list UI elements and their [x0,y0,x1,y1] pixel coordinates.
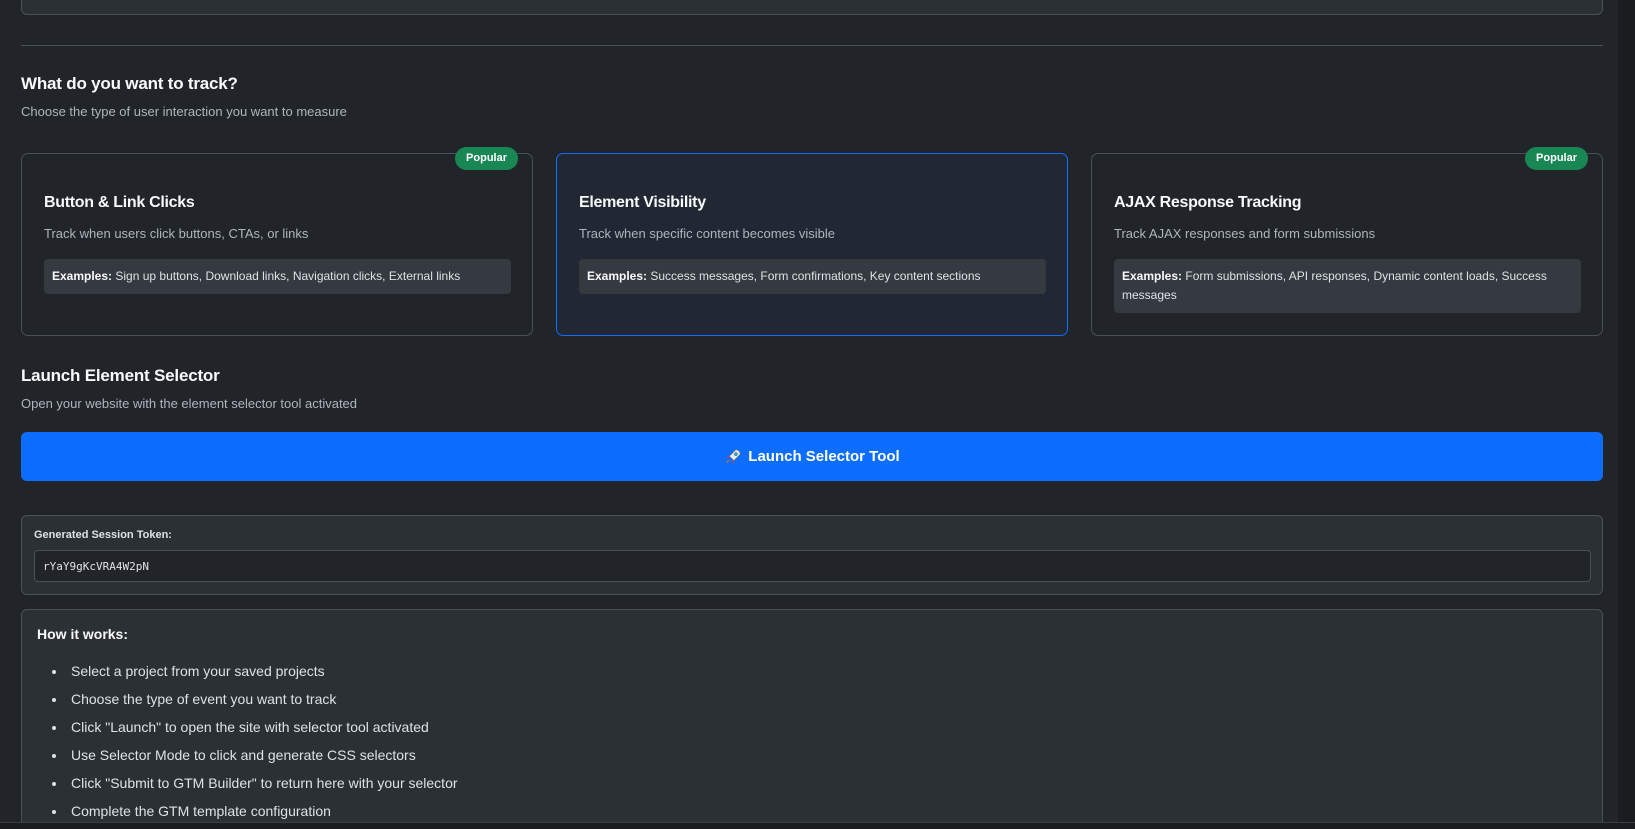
list-item: Complete the GTM template configuration [67,797,458,825]
how-it-works-list: Select a project from your saved project… [67,657,458,825]
list-item: Select a project from your saved project… [67,657,458,685]
examples-text: Success messages, Form confirmations, Ke… [650,269,981,283]
token-label: Generated Session Token: [34,529,172,541]
list-item: Use Selector Mode to click and generate … [67,741,458,769]
event-type-card-clicks[interactable]: Popular Button & Link Clicks Track when … [21,147,533,336]
card-description: Track AJAX responses and form submission… [1114,226,1376,241]
launch-button-label: Launch Selector Tool [748,448,900,465]
session-token-panel: Generated Session Token: [21,515,1603,595]
card-examples: Examples: Form submissions, API response… [1114,259,1581,313]
card-title: AJAX Response Tracking [1114,194,1302,211]
card-examples: Examples: Success messages, Form confirm… [579,259,1046,294]
event-type-card-visibility[interactable]: Element Visibility Track when specific c… [556,153,1068,336]
examples-label: Examples: [587,269,648,283]
examples-label: Examples: [52,269,113,283]
page: What do you want to track? Choose the ty… [0,0,1635,829]
examples-text: Form submissions, API responses, Dynamic… [1122,269,1547,302]
launch-title: Launch Element Selector [21,366,220,385]
session-token-field[interactable] [34,550,1591,582]
bottom-edge [0,822,1635,829]
examples-label: Examples: [1122,269,1183,283]
event-type-card-ajax[interactable]: Popular AJAX Response Tracking Track AJA… [1091,147,1603,336]
card-description: Track when specific content becomes visi… [579,226,836,241]
launch-subtitle: Open your website with the element selec… [21,396,358,411]
rocket-icon [726,448,741,463]
how-it-works-title: How it works: [37,626,129,642]
card-examples: Examples: Sign up buttons, Download link… [44,259,511,294]
launch-selector-button[interactable]: Launch Selector Tool [21,432,1603,481]
scrollbar[interactable] [1618,0,1635,829]
section-title: What do you want to track? [21,74,238,93]
top-panel [21,0,1603,15]
examples-text: Sign up buttons, Download links, Navigat… [115,269,461,283]
section-divider [21,45,1603,46]
card-description: Track when users click buttons, CTAs, or… [44,226,309,241]
card-title: Button & Link Clicks [44,194,195,211]
card-title: Element Visibility [579,194,706,211]
section-subtitle: Choose the type of user interaction you … [21,104,347,119]
how-it-works-panel: How it works: Select a project from your… [21,609,1603,829]
popular-badge: Popular [455,147,518,170]
list-item: Choose the type of event you want to tra… [67,685,458,713]
list-item: Click "Launch" to open the site with sel… [67,713,458,741]
popular-badge: Popular [1525,147,1588,170]
list-item: Click "Submit to GTM Builder" to return … [67,769,458,797]
